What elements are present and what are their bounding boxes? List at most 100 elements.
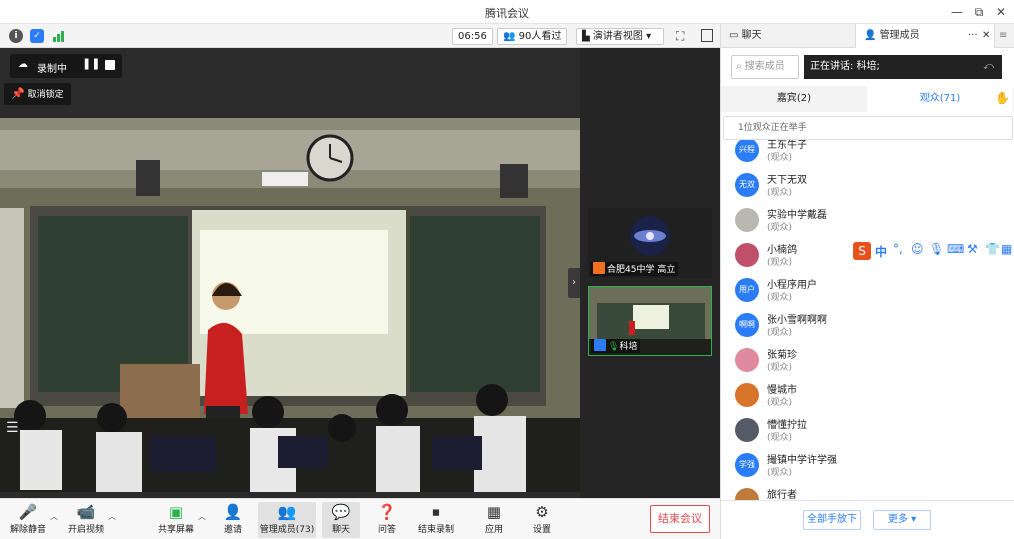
manage-members-button[interactable]: 👥 管理成员(73) [258, 502, 316, 538]
mic-muted-icon: 🎤 [18, 503, 38, 521]
member-role: (观众) [767, 468, 793, 478]
tab-manage-members[interactable]: 👤 管理成员 ··· ✕ [855, 24, 995, 48]
collapse-strip-button[interactable]: › [568, 268, 580, 298]
avatar: 啊啊 [735, 313, 759, 337]
avatar: 兴程 [735, 140, 759, 162]
unmute-button[interactable]: 🎤 解除静音 [8, 502, 48, 535]
video-thumbnail[interactable]: 合肥45中学 高立 [588, 208, 712, 278]
layout-icon: ▙ [582, 31, 590, 42]
all-hands-down-button[interactable]: 全部手放下 [803, 510, 861, 530]
ime-toolbar: S 中 °, ☺ 🎙 ⌨ ⚒ 👕 ▦ [849, 240, 1014, 262]
stop-record-icon: ⏹ [432, 503, 440, 521]
end-recording-button[interactable]: ⏹ 结束录制 [416, 502, 456, 535]
member-name: 小楠鸽 [767, 245, 797, 256]
recording-indicator: ☁ 录制中 ❚❚ [10, 54, 122, 78]
settings-button[interactable]: ⚙ 设置 [528, 502, 556, 535]
member-name: 慢城市 [767, 385, 797, 396]
tab-chat[interactable]: ▭ 聊天 [725, 24, 857, 48]
menu-icon[interactable]: ≡ [999, 24, 1013, 48]
sogou-logo-icon[interactable]: S [853, 242, 871, 260]
voice-input-icon[interactable]: 🎙 [929, 242, 944, 256]
avatar [735, 418, 759, 442]
panel-tabs: ▭ 聊天 👤 管理成员 ··· ✕ ≡ [721, 24, 1014, 48]
question-icon: ❓ [377, 503, 397, 521]
member-row[interactable]: 用户 小程序用户 (观众) [721, 274, 1014, 308]
info-icon[interactable]: i [9, 29, 23, 43]
tab-guests[interactable]: 嘉宾(2) [721, 86, 867, 112]
raised-hands-note[interactable]: 1位观众正在举手 [723, 116, 1013, 140]
tab-audience[interactable]: 观众(71) [867, 86, 1013, 112]
member-name: 小程序用户 [767, 280, 817, 291]
emoji-icon[interactable]: ☺ [911, 242, 924, 256]
chat-icon: ▭ [729, 30, 742, 41]
skin-icon[interactable]: 👕 [985, 242, 1000, 256]
user-icon [593, 262, 605, 274]
member-row[interactable]: 实验中学戴磊 (观众) [721, 204, 1014, 238]
stop-recording-button[interactable] [105, 60, 115, 70]
security-shield-icon[interactable]: ✓ [30, 29, 44, 43]
search-icon: ⌕ [736, 61, 745, 72]
undo-icon[interactable]: ⤺ [983, 55, 994, 79]
member-row[interactable]: 学强 撮镇中学许学强 (观众) [721, 449, 1014, 483]
start-video-button[interactable]: 📹 开启视频 [64, 502, 108, 535]
recording-label: 录制中 [37, 64, 67, 75]
chevron-up-icon[interactable]: ︿ [50, 511, 58, 522]
close-window-button[interactable]: ✕ [988, 2, 1014, 22]
avatar [735, 208, 759, 232]
pause-recording-button[interactable]: ❚❚ [82, 57, 100, 70]
member-row[interactable]: 慢城市 (观众) [721, 379, 1014, 413]
viewers-count[interactable]: 👥 90人看过 [497, 28, 568, 45]
audience-segment: 嘉宾(2) 观众(71) ✋ [721, 86, 1014, 112]
grid-icon[interactable]: ▦ [1001, 242, 1012, 256]
apps-button[interactable]: ▦ 应用 [480, 502, 508, 535]
signal-icon[interactable] [52, 30, 66, 42]
member-role: (观众) [767, 223, 793, 233]
main-video [0, 118, 580, 492]
member-row[interactable]: 旅行者(观众) [721, 484, 1014, 500]
member-name: 天下无双 [767, 175, 807, 186]
ime-mode-label[interactable]: 中 [875, 243, 887, 260]
more-button[interactable]: 更多 ▾ [873, 510, 931, 530]
share-screen-icon: ▣ [168, 503, 184, 521]
panel-toggle-icon[interactable] [701, 29, 713, 42]
keyboard-icon[interactable]: ⌨ [947, 242, 964, 256]
app-title: 腾讯会议 [485, 7, 529, 20]
fullscreen-icon[interactable]: ⛶ [676, 29, 684, 44]
toolbox-icon[interactable]: ⚒ [967, 242, 978, 256]
view-mode-dropdown[interactable]: ▙ 演讲者视图 ▾ [576, 28, 664, 45]
member-name: 懵懂拧拉 [767, 420, 807, 431]
member-row[interactable]: 懵懂拧拉 (观众) [721, 414, 1014, 448]
member-row[interactable]: 张菊珍 (观众) [721, 344, 1014, 378]
chevron-down-icon: ▾ [646, 31, 652, 42]
member-row[interactable]: 无双 天下无双 (观众) [721, 169, 1014, 203]
member-role: (观众) [767, 293, 793, 303]
unlock-view-button[interactable]: 📌 取消锁定 [4, 83, 71, 105]
video-stage: ☁ 录制中 ❚❚ 📌 取消锁定 ☰ › 合肥45中学 高立 🎙科培 [0, 48, 720, 498]
avatar: 学强 [735, 453, 759, 477]
avatar [735, 348, 759, 372]
qa-button[interactable]: ❓ 问答 [372, 502, 402, 535]
camera-off-icon: 📹 [76, 503, 96, 521]
search-members-input[interactable]: ⌕ 搜索成员 [731, 55, 799, 79]
end-meeting-button[interactable]: 结束会议 [650, 505, 710, 533]
raise-hand-icon[interactable]: ✋ [995, 91, 1010, 105]
member-role: (观众) [767, 188, 793, 198]
panel-footer: 全部手放下 更多 ▾ [721, 500, 1014, 539]
apps-icon: ▦ [486, 503, 502, 521]
member-row[interactable]: 啊啊 张小雪啊啊啊 (观众) [721, 309, 1014, 343]
list-icon[interactable]: ☰ [6, 420, 19, 436]
avatar: 用户 [735, 278, 759, 302]
more-options-icon[interactable]: ··· [968, 24, 978, 48]
member-row[interactable]: 兴程 王东牛子 (观众) [721, 140, 1014, 168]
chevron-up-icon[interactable]: ︿ [198, 511, 206, 522]
chevron-up-icon[interactable]: ︿ [108, 511, 116, 522]
share-screen-button[interactable]: ▣ 共享屏幕 [156, 502, 196, 535]
close-icon[interactable]: ✕ [982, 24, 990, 48]
chat-button[interactable]: 💬 聊天 [322, 502, 360, 538]
people-icon: 👥 [503, 31, 516, 42]
video-thumbnail[interactable]: 🎙科培 [588, 286, 712, 356]
punctuation-icon[interactable]: °, [893, 242, 903, 256]
invite-button[interactable]: 👤 邀请 [218, 502, 248, 535]
member-name: 实验中学戴磊 [767, 210, 827, 221]
avatar [735, 383, 759, 407]
